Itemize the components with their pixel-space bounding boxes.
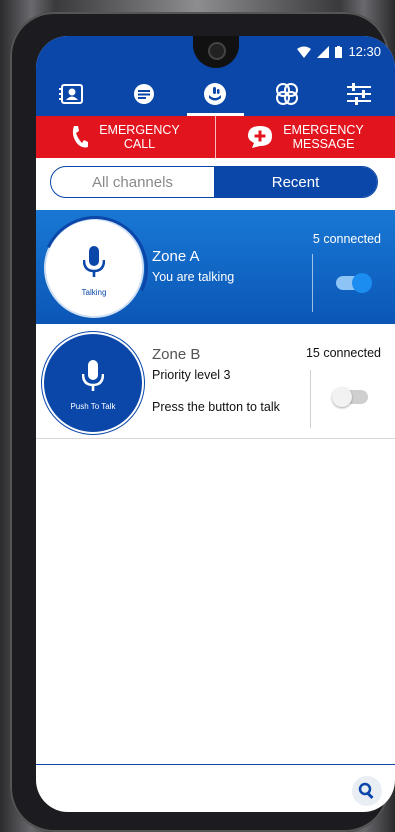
divider (310, 370, 311, 428)
talk-button-caption: Talking (81, 288, 107, 297)
status-time: 12:30 (348, 44, 381, 59)
nav-contacts[interactable] (36, 72, 108, 116)
toggle-knob (352, 273, 372, 293)
tab-all-channels[interactable]: All channels (51, 167, 214, 197)
talk-button-zone-a[interactable]: Talking (36, 201, 163, 337)
zone-status: You are talking (152, 270, 235, 284)
search-icon (358, 782, 374, 800)
toggle-knob (332, 387, 352, 407)
emergency-call-button[interactable]: EMERGENCY CALL (36, 116, 215, 158)
emergency-message-label: EMERGENCY MESSAGE (283, 123, 364, 151)
emergency-message-icon (248, 126, 273, 148)
zone-priority: Priority level 3 (152, 368, 231, 382)
status-bar: 12:30 (297, 44, 381, 59)
phone-icon (73, 126, 89, 148)
nav-settings[interactable] (323, 72, 395, 116)
zone-hint: Press the button to talk (152, 400, 280, 414)
messages-icon (133, 84, 154, 104)
connected-count: 15 connected (305, 346, 381, 360)
emergency-message-line2: MESSAGE (292, 137, 355, 151)
battery-icon (335, 45, 343, 58)
group-icon (276, 83, 299, 105)
microphone-icon (82, 360, 104, 391)
phone-frame: 12:30 EMERGENCY CALL EMERGENCY MESSAGE A… (10, 12, 395, 832)
signal-icon (317, 45, 330, 58)
zone-toggle[interactable] (336, 273, 372, 293)
bottom-divider (36, 764, 395, 765)
search-button[interactable] (352, 776, 382, 806)
push-to-talk-caption: Push To Talk (70, 402, 116, 411)
zone-toggle[interactable] (332, 387, 368, 407)
top-bar: 12:30 (36, 36, 395, 116)
emergency-message-line1: EMERGENCY (283, 123, 364, 137)
zone-card-a[interactable]: Talking Zone A You are talking 5 connect… (36, 201, 395, 337)
push-to-talk-button-zone-b[interactable]: Push To Talk (42, 332, 144, 434)
emergency-message-button[interactable]: EMERGENCY MESSAGE (215, 116, 395, 158)
connected-count: 5 connected (312, 232, 381, 246)
nav-group[interactable] (251, 72, 323, 116)
talk-channels-icon (204, 83, 227, 105)
main-nav (36, 72, 395, 116)
camera-icon (208, 42, 226, 60)
divider (312, 254, 313, 312)
app-screen: 12:30 EMERGENCY CALL EMERGENCY MESSAGE A… (36, 36, 395, 812)
contacts-icon (58, 84, 83, 104)
microphone-icon (83, 246, 105, 277)
wifi-icon (297, 46, 312, 58)
nav-talk-channels[interactable] (180, 72, 252, 116)
settings-sliders-icon (347, 83, 372, 105)
nav-messages[interactable] (108, 72, 180, 116)
emergency-call-line2: CALL (123, 137, 156, 151)
zone-card-b[interactable]: Push To Talk Zone B Priority level 3 Pre… (36, 324, 395, 439)
channel-tabs: All channels Recent (50, 166, 378, 198)
zone-name: Zone B (152, 346, 201, 363)
emergency-call-label: EMERGENCY CALL (99, 123, 180, 151)
zone-name: Zone A (152, 248, 200, 265)
emergency-bar: EMERGENCY CALL EMERGENCY MESSAGE (36, 116, 395, 158)
emergency-call-line1: EMERGENCY (99, 123, 180, 137)
tab-recent[interactable]: Recent (214, 167, 377, 197)
